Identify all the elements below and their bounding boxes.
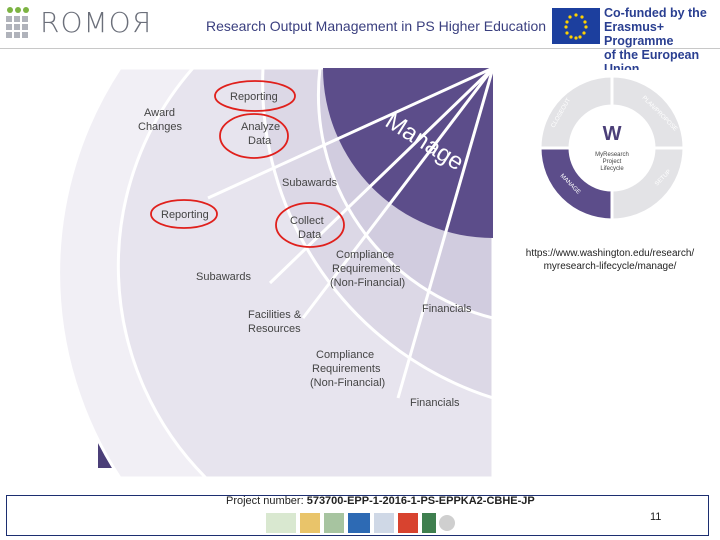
partner-logo-3 (324, 513, 344, 533)
source-url-line2[interactable]: myresearch-lifecycle/manage/ (510, 260, 710, 273)
uw-logo: W (603, 123, 622, 145)
diagram-svg: Manage Reporting Analyze Data Award Change… (57, 66, 495, 480)
eu-cofunding-text: Co-funded by the Erasmus+ Programme of t… (604, 6, 718, 76)
project-number-text: Project number: 573700-EPP-1-2016-1-PS-E… (226, 495, 535, 507)
source-url-line1[interactable]: https://www.washington.edu/research/ (510, 247, 710, 260)
lifecycle-svg: W MyResearch Project Lifecycle PLAN/PROPOS… (526, 70, 698, 230)
logo-text: ROMOЯ (40, 6, 153, 39)
romor-logo-icon (6, 7, 29, 38)
page-title: Research Output Management in PS Higher … (205, 18, 547, 34)
label-compliance-2: Compliance Requirements (Non-Financial) (310, 349, 385, 389)
lifecycle-wheel: W MyResearch Project Lifecycle PLAN/PROPOS… (526, 70, 698, 230)
eu-text-line1: Co-funded by the (604, 6, 707, 20)
source-url[interactable]: https://www.washington.edu/research/ myr… (510, 247, 710, 273)
label-subawards-1: Subawards (282, 177, 338, 189)
label-subawards-2: Subawards (196, 271, 252, 283)
project-number: 573700-EPP-1-2016-1-PS-EPPKA2-CBHE-JP (306, 495, 535, 507)
partner-logo-4 (348, 513, 370, 533)
label-compliance-1: Compliance Requirements (Non-Financial) (330, 249, 405, 289)
partner-logo-8 (439, 515, 455, 531)
partner-logo-2 (300, 513, 320, 533)
label-reporting-2: Reporting (161, 209, 209, 221)
page-number: 11 (650, 511, 662, 523)
eu-flag-icon (552, 8, 600, 44)
partner-logo-6 (398, 513, 418, 533)
label-financials-1: Financials (422, 303, 472, 315)
header-divider (0, 48, 720, 49)
label-reporting-1: Reporting (230, 91, 278, 103)
partner-logo-5 (374, 513, 394, 533)
eu-text-line2: Erasmus+ Programme (604, 20, 674, 48)
label-financials-2: Financials (410, 397, 460, 409)
manage-phase-diagram: Manage Reporting Analyze Data Award Change… (57, 66, 495, 480)
project-label: Project number: (226, 495, 307, 507)
partner-logos (266, 512, 456, 534)
partner-logo-1 (266, 513, 296, 533)
partner-logo-7 (422, 513, 436, 533)
